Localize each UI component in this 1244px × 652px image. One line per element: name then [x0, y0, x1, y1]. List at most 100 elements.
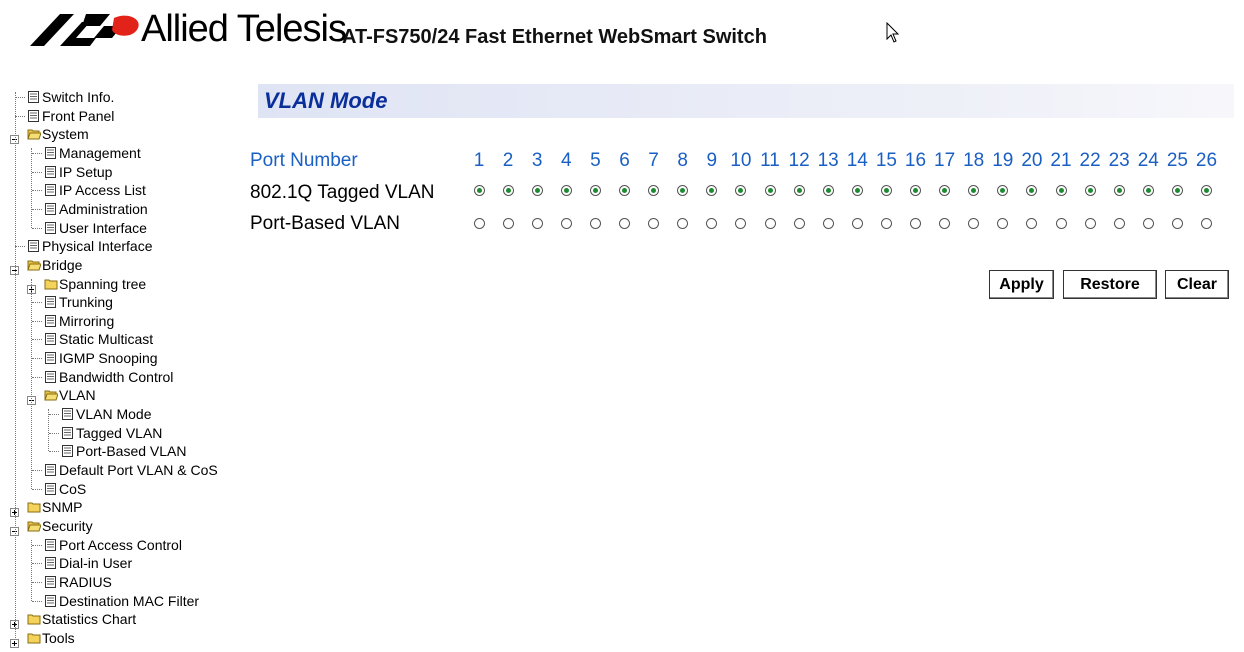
port-based-vlan-radio-port-7[interactable] — [648, 218, 660, 229]
tagged-vlan-radio-port-10[interactable] — [735, 185, 747, 196]
page-icon — [44, 556, 58, 570]
nav-item-spanning-tree[interactable]: Spanning tree — [0, 275, 245, 294]
tagged-vlan-radio-port-26[interactable] — [1201, 185, 1212, 196]
nav-item-cos[interactable]: CoS — [0, 480, 245, 498]
tagged-vlan-radio-port-3[interactable] — [531, 185, 543, 196]
port-number: 3 — [531, 150, 543, 171]
tree-connector — [32, 358, 42, 360]
nav-item-ip-setup[interactable]: IP Setup — [0, 163, 245, 181]
tagged-vlan-radio-port-12[interactable] — [793, 185, 805, 196]
port-based-vlan-radio-port-4[interactable] — [560, 218, 572, 229]
clear-button[interactable]: Clear — [1165, 270, 1229, 299]
nav-item-ip-access-list[interactable]: IP Access List — [0, 181, 245, 199]
port-number: 19 — [992, 150, 1014, 171]
nav-item-mirroring[interactable]: Mirroring — [0, 312, 245, 330]
nav-item-port-based-vlan[interactable]: Port-Based VLAN — [0, 442, 245, 460]
nav-item-destination-mac-filter[interactable]: Destination MAC Filter — [0, 592, 245, 610]
nav-item-tagged-vlan[interactable]: Tagged VLAN — [0, 424, 245, 442]
tagged-vlan-radio-port-20[interactable] — [1026, 185, 1038, 196]
nav-item-port-access-control[interactable]: Port Access Control — [0, 536, 245, 554]
tagged-vlan-radio-port-25[interactable] — [1171, 185, 1183, 196]
page-icon — [44, 463, 58, 477]
nav-item-label: Spanning tree — [59, 275, 147, 292]
nav-item-igmp-snooping[interactable]: IGMP Snooping — [0, 349, 245, 367]
tagged-vlan-radio-port-19[interactable] — [997, 185, 1009, 196]
nav-item-system[interactable]: System — [0, 125, 245, 145]
nav-item-default-port-vlan-cos[interactable]: Default Port VLAN & CoS — [0, 461, 245, 479]
tagged-vlan-radio-port-22[interactable] — [1084, 185, 1096, 196]
port-based-vlan-radio-port-10[interactable] — [735, 218, 747, 229]
port-based-vlan-radio-port-18[interactable] — [968, 218, 980, 229]
tree-connector — [32, 171, 42, 173]
tagged-vlan-radio-port-2[interactable] — [502, 185, 514, 196]
tagged-vlan-radio-port-23[interactable] — [1113, 185, 1125, 196]
port-based-vlan-radio-port-23[interactable] — [1113, 218, 1125, 229]
port-based-vlan-radio-port-1[interactable] — [473, 218, 485, 229]
tagged-vlan-radio-port-9[interactable] — [706, 185, 718, 196]
nav-item-dial-in-user[interactable]: Dial-in User — [0, 554, 245, 572]
port-based-vlan-radio-port-22[interactable] — [1084, 218, 1096, 229]
port-based-vlan-radio-port-26[interactable] — [1201, 218, 1212, 229]
nav-item-static-multicast[interactable]: Static Multicast — [0, 330, 245, 348]
tagged-vlan-radio-port-15[interactable] — [880, 185, 892, 196]
nav-item-label: Administration — [59, 200, 148, 217]
port-based-vlan-radio-port-12[interactable] — [793, 218, 805, 229]
nav-item-label: Front Panel — [42, 107, 115, 124]
tagged-vlan-radio-port-1[interactable] — [473, 185, 485, 196]
nav-item-user-interface[interactable]: User Interface — [0, 219, 245, 237]
port-based-vlan-radio-port-21[interactable] — [1055, 218, 1067, 229]
nav-item-vlan-mode[interactable]: VLAN Mode — [0, 405, 245, 423]
tagged-vlan-radio-port-7[interactable] — [648, 185, 660, 196]
nav-item-bandwidth-control[interactable]: Bandwidth Control — [0, 368, 245, 386]
nav-item-security[interactable]: Security — [0, 517, 245, 536]
tagged-vlan-radio-port-6[interactable] — [619, 185, 630, 196]
nav-item-tools[interactable]: Tools — [0, 629, 245, 648]
tagged-vlan-radio-port-11[interactable] — [764, 185, 776, 196]
port-based-vlan-radio-port-17[interactable] — [939, 218, 951, 229]
nav-item-trunking[interactable]: Trunking — [0, 293, 245, 311]
nav-item-physical-interface[interactable]: Physical Interface — [0, 237, 245, 255]
port-based-vlan-radio-port-13[interactable] — [822, 218, 834, 229]
tagged-vlan-label: 802.1Q Tagged VLAN — [250, 182, 435, 203]
tagged-vlan-radio-port-21[interactable] — [1055, 185, 1067, 196]
port-based-vlan-radio-port-19[interactable] — [997, 218, 1009, 229]
nav-item-management[interactable]: Management — [0, 144, 245, 162]
port-based-vlan-radio-port-15[interactable] — [880, 218, 892, 229]
tagged-vlan-radio-port-14[interactable] — [851, 185, 863, 196]
nav-item-snmp[interactable]: SNMP — [0, 498, 245, 518]
tagged-vlan-radio-port-18[interactable] — [968, 185, 980, 196]
nav-item-administration[interactable]: Administration — [0, 200, 245, 218]
tagged-vlan-radio-port-24[interactable] — [1142, 185, 1154, 196]
page-icon — [44, 351, 58, 365]
tagged-vlan-radio-port-4[interactable] — [560, 185, 572, 196]
port-based-vlan-radio-port-11[interactable] — [764, 218, 776, 229]
port-based-vlan-radio-port-20[interactable] — [1026, 218, 1038, 229]
port-based-vlan-radio-port-8[interactable] — [677, 218, 689, 229]
nav-item-radius[interactable]: RADIUS — [0, 573, 245, 591]
page-icon — [44, 146, 58, 160]
tree-connector — [32, 600, 42, 602]
port-based-vlan-radio-port-5[interactable] — [589, 218, 601, 229]
tagged-vlan-radio-port-16[interactable] — [910, 185, 921, 196]
nav-item-front-panel[interactable]: Front Panel — [0, 107, 245, 125]
apply-button[interactable]: Apply — [989, 270, 1054, 299]
tagged-vlan-radio-port-8[interactable] — [677, 185, 689, 196]
port-based-vlan-radio-port-6[interactable] — [619, 218, 630, 229]
tagged-vlan-radio-port-17[interactable] — [939, 185, 951, 196]
nav-item-vlan[interactable]: VLAN — [0, 386, 245, 406]
port-based-vlan-radio-port-9[interactable] — [706, 218, 718, 229]
port-based-vlan-radio-port-2[interactable] — [502, 218, 514, 229]
tagged-vlan-radio-port-13[interactable] — [822, 185, 834, 196]
port-based-vlan-radio-port-14[interactable] — [851, 218, 863, 229]
tree-connector — [32, 152, 42, 154]
nav-item-switch-info[interactable]: Switch Info. — [0, 88, 245, 106]
restore-button[interactable]: Restore — [1063, 270, 1157, 299]
port-based-vlan-radio-port-24[interactable] — [1142, 218, 1154, 229]
port-based-vlan-radio-port-16[interactable] — [910, 218, 921, 229]
nav-item-bridge[interactable]: Bridge — [0, 256, 245, 275]
nav-item-statistics-chart[interactable]: Statistics Chart — [0, 610, 245, 630]
port-based-vlan-radio-port-25[interactable] — [1171, 218, 1183, 229]
tagged-vlan-radio-port-5[interactable] — [589, 185, 601, 196]
page-icon — [44, 538, 58, 552]
port-based-vlan-radio-port-3[interactable] — [531, 218, 543, 229]
